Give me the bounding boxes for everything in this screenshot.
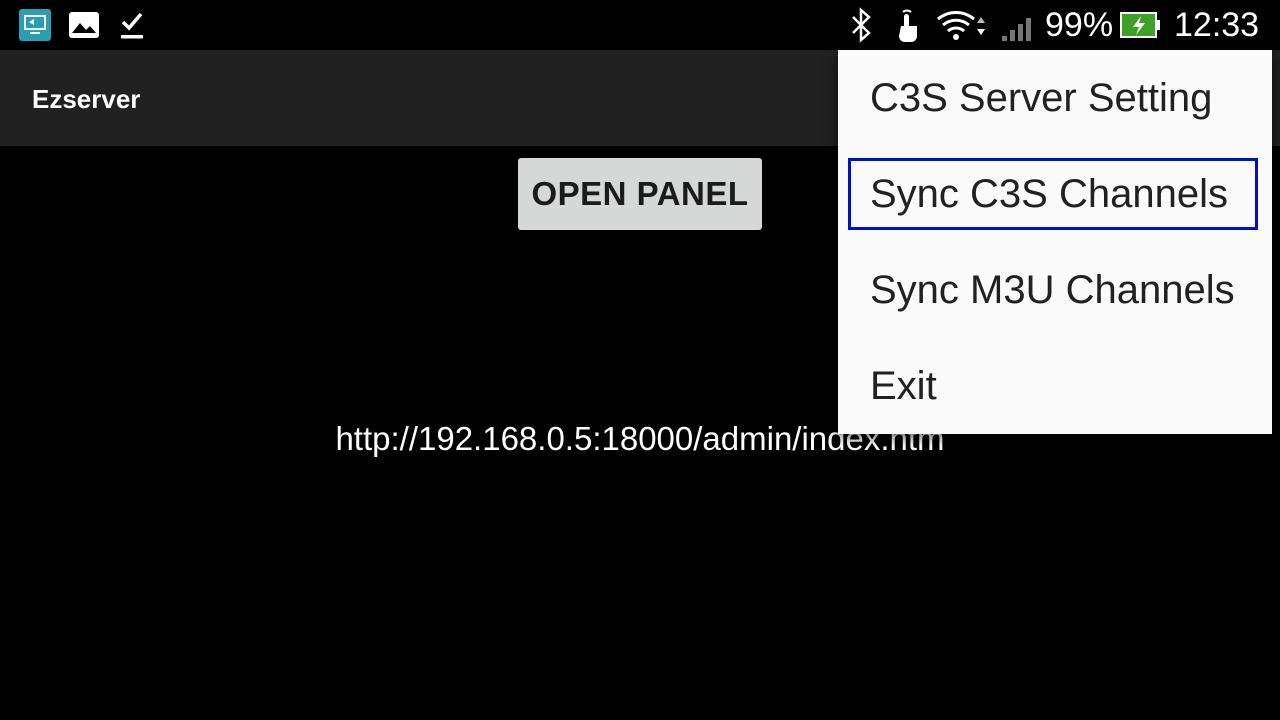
wifi-icon xyxy=(934,9,990,46)
overflow-menu: C3S Server Setting Sync C3S Channels Syn… xyxy=(838,50,1272,434)
app-title: Ezserver xyxy=(32,84,141,114)
clock: 12:33 xyxy=(1174,6,1260,44)
menu-item-label: Sync C3S Channels xyxy=(870,171,1228,216)
menu-item-sync-m3u-channels[interactable]: Sync M3U Channels xyxy=(838,242,1272,338)
remote-desktop-icon xyxy=(18,8,52,47)
bluetooth-icon xyxy=(848,7,874,48)
menu-item-sync-c3s-channels[interactable]: Sync C3S Channels xyxy=(838,146,1272,242)
battery-charging-icon xyxy=(1120,12,1162,43)
signal-icon xyxy=(1000,12,1038,47)
touch-icon xyxy=(892,6,922,49)
status-bar: 99% 12:33 xyxy=(0,0,1280,50)
image-icon xyxy=(68,11,100,44)
open-panel-button[interactable]: OPEN PANEL xyxy=(518,158,762,230)
menu-item-c3s-server-setting[interactable]: C3S Server Setting xyxy=(838,50,1272,146)
menu-item-exit[interactable]: Exit xyxy=(838,338,1272,434)
battery-percent: 99% xyxy=(1045,6,1114,44)
download-done-icon xyxy=(118,10,146,45)
